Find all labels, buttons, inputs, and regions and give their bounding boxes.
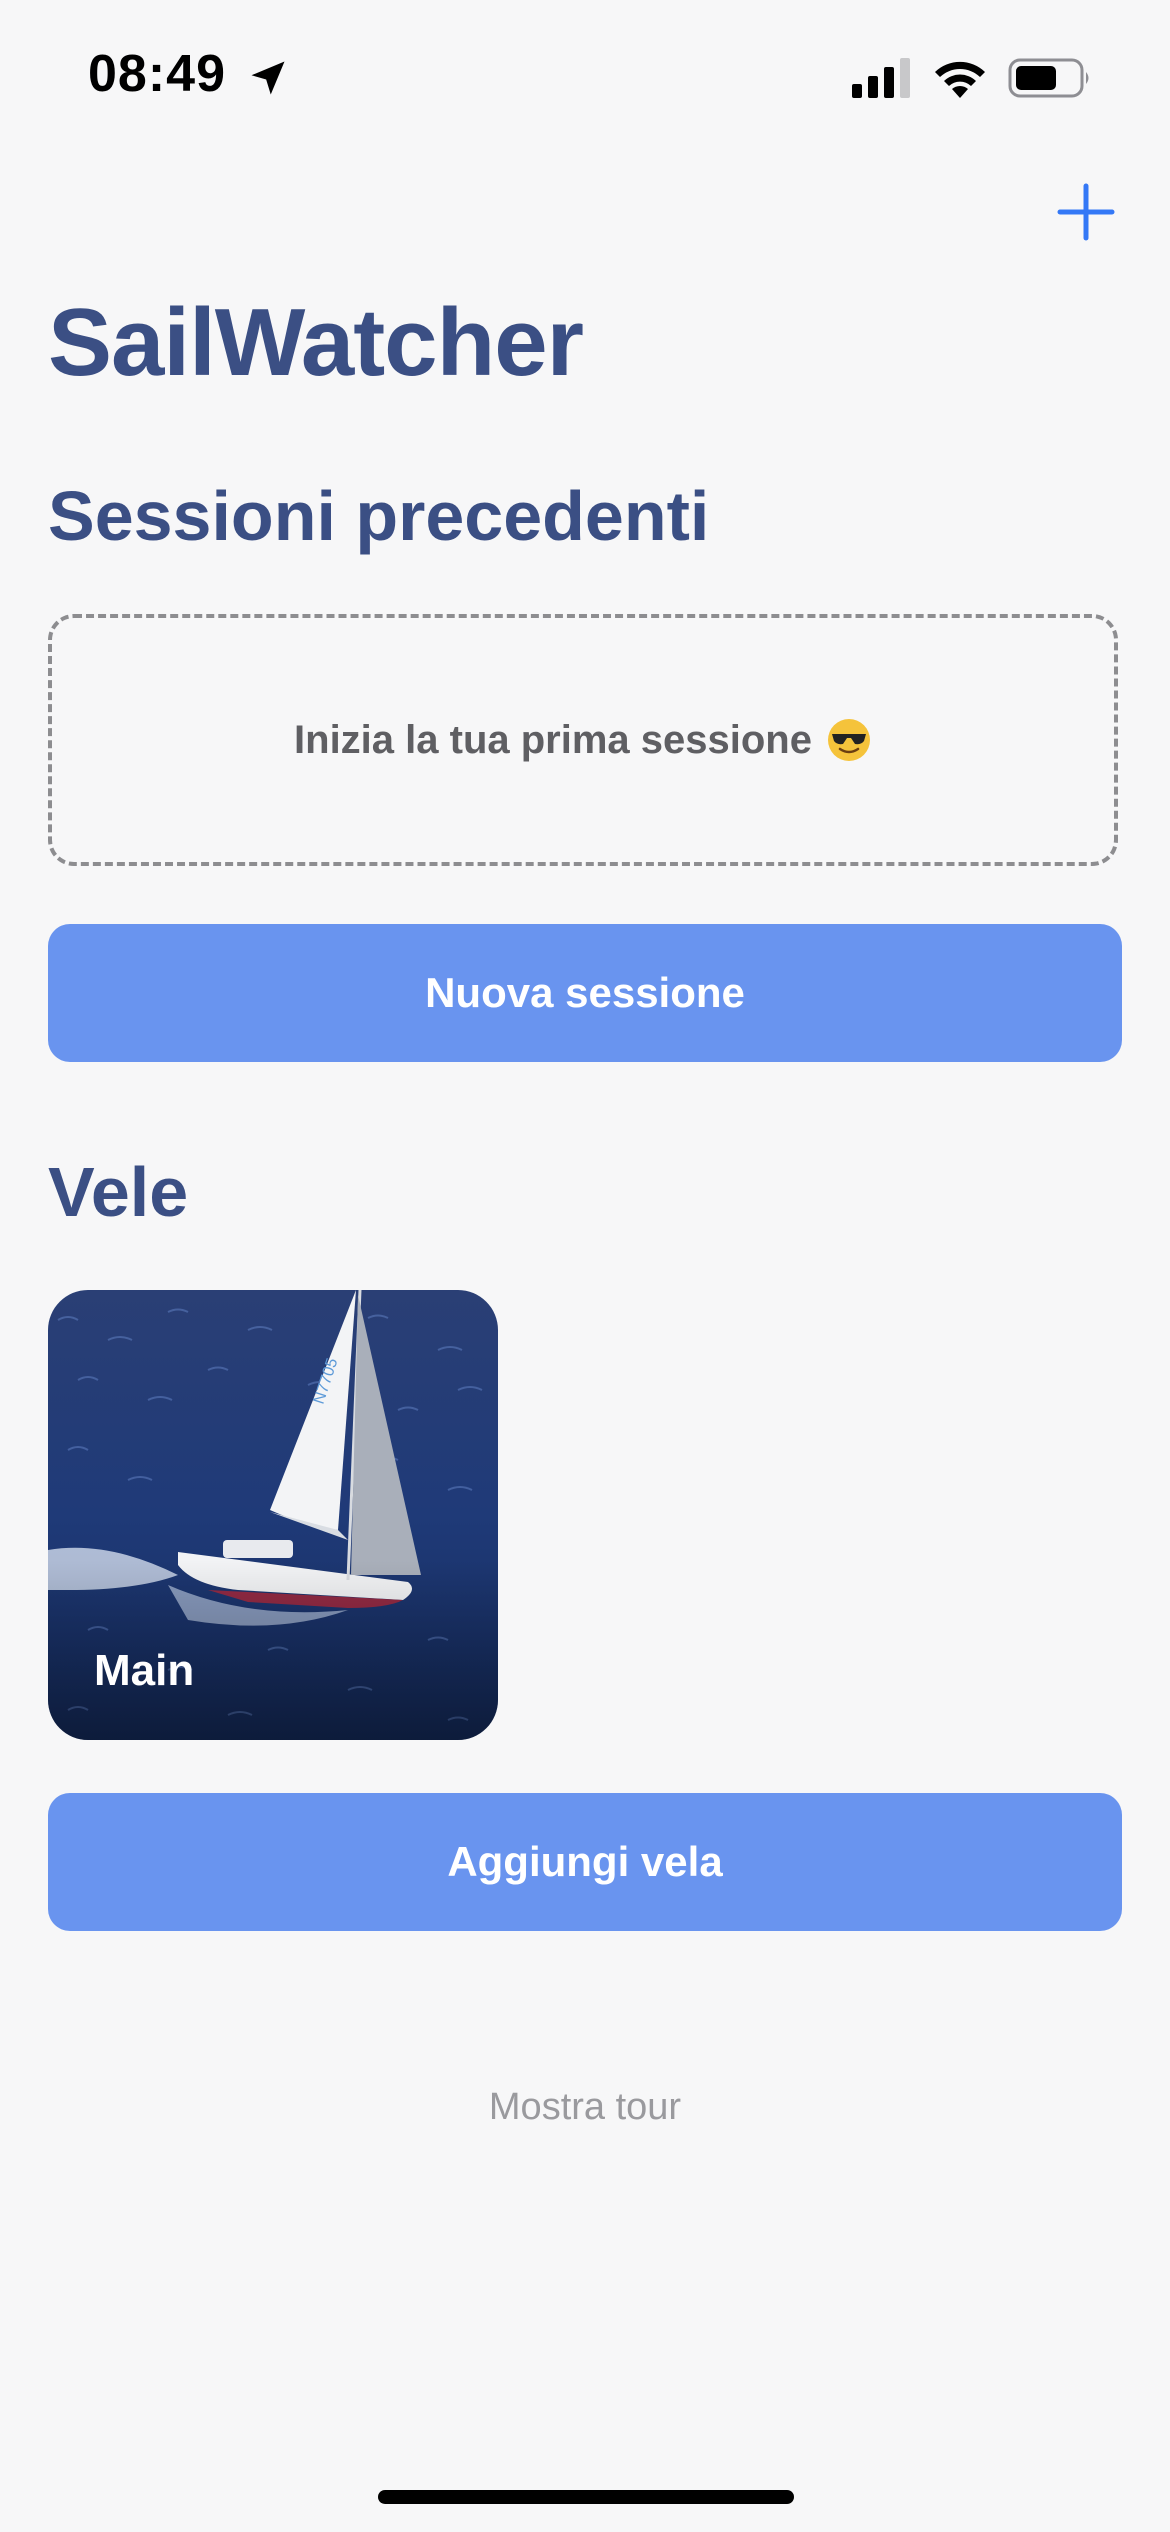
new-session-button[interactable]: Nuova sessione bbox=[48, 924, 1122, 1062]
home-screen: 08:49 SailWatcher Sessioni precedenti In… bbox=[0, 0, 1170, 2532]
status-bar: 08:49 bbox=[0, 0, 1170, 150]
sails-section-title: Vele bbox=[48, 1153, 189, 1231]
cellular-signal-icon bbox=[852, 58, 910, 98]
home-indicator[interactable] bbox=[378, 2490, 794, 2504]
location-arrow-icon bbox=[251, 61, 285, 95]
plus-icon[interactable] bbox=[1054, 180, 1118, 244]
empty-sessions-placeholder: Inizia la tua prima sessione bbox=[48, 614, 1118, 866]
sail-card-label: Main bbox=[94, 1646, 195, 1695]
sunglasses-face-icon bbox=[827, 719, 870, 761]
sessions-section-title: Sessioni precedenti bbox=[48, 477, 710, 555]
wifi-icon bbox=[935, 61, 985, 98]
show-tour-link[interactable]: Mostra tour bbox=[0, 2086, 1170, 2129]
sail-card-main[interactable]: N7705 Main bbox=[48, 1290, 498, 1740]
add-sail-button[interactable]: Aggiungi vela bbox=[48, 1793, 1122, 1931]
app-title: SailWatcher bbox=[48, 289, 584, 396]
status-time: 08:49 bbox=[88, 45, 226, 103]
battery-icon bbox=[1008, 58, 1089, 98]
empty-sessions-text: Inizia la tua prima sessione bbox=[294, 717, 812, 762]
